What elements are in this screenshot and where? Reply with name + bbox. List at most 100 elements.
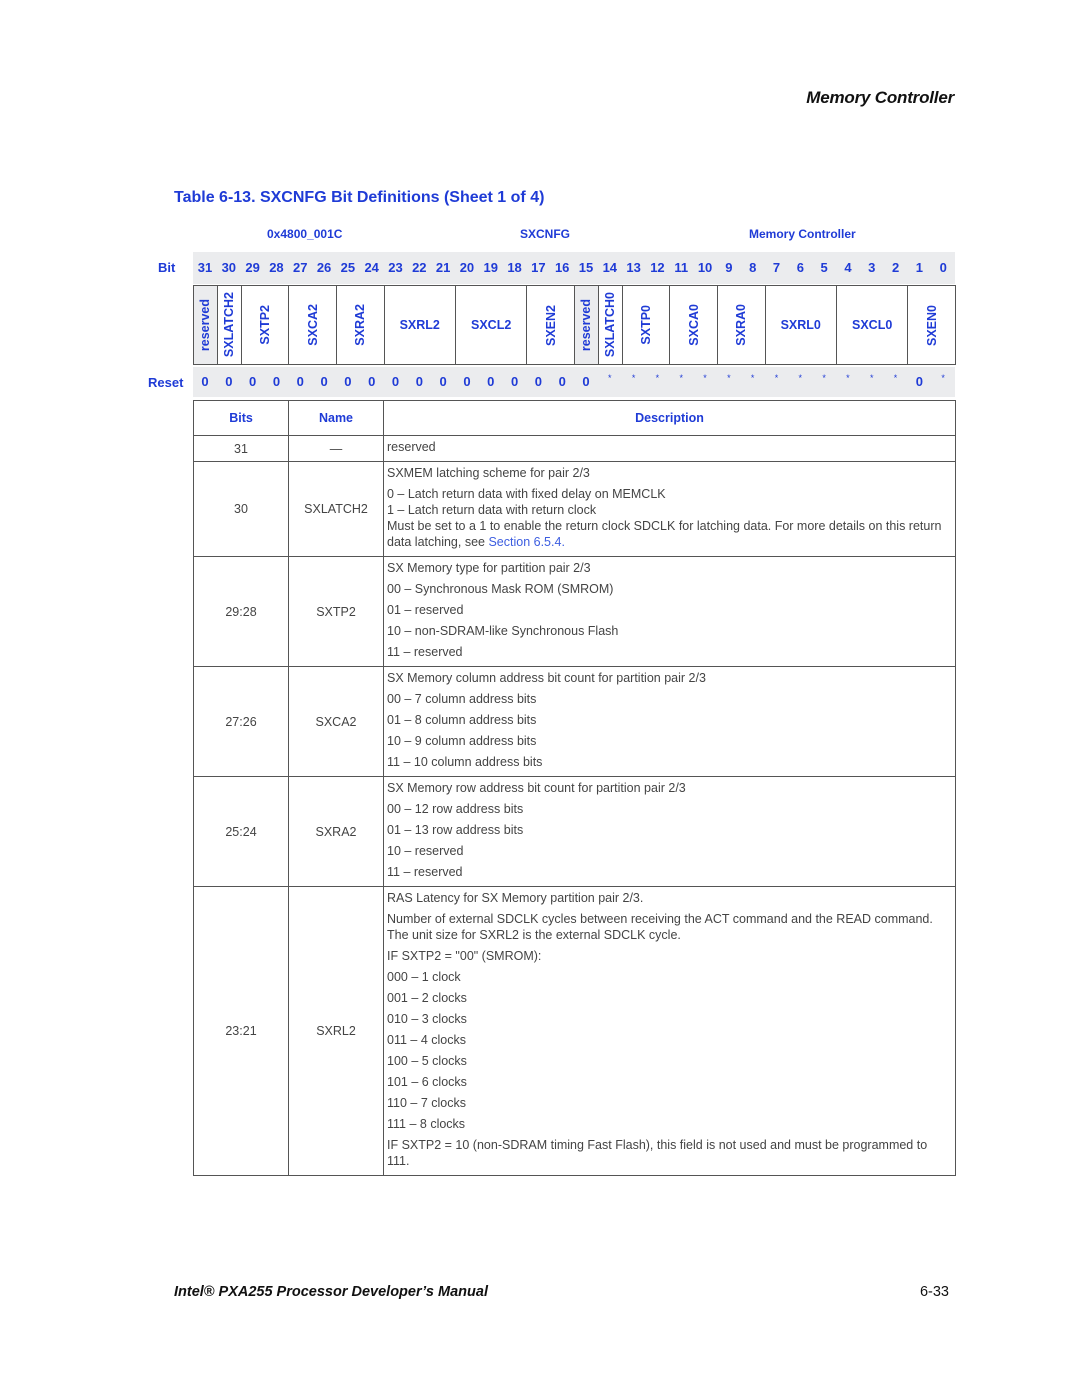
description-text: 0 – Latch return data with fixed delay o… [387,487,666,501]
link-suffix: . [561,535,565,549]
reset-value: 0 [582,374,590,389]
description-line: 10 – non-SDRAM-like Synchronous Flash [387,623,952,639]
reset-value: 0 [510,374,519,389]
cell-description: reserved [383,435,956,462]
bit-number: 0 [939,260,947,275]
bit-number: 7 [772,260,781,275]
bit-number: 10 [697,260,713,275]
bit-number: 25 [340,260,356,275]
reset-value: 0 [320,374,328,389]
section-link[interactable]: Section 6.5.4 [488,535,561,549]
bit-number: 4 [844,260,852,275]
reset-value: * [703,373,707,383]
bit-number: 26 [316,260,332,275]
reset-value: * [846,373,850,383]
description-line: 11 – reserved [387,864,952,880]
bit-definitions-table: Bits Name Description 31— reserved 30 SXLAT… [193,400,956,1176]
cell-description: SX Memory row address bit count for part… [383,776,956,887]
reset-value: 0 [201,374,209,389]
register-unit: Memory Controller [749,227,856,241]
description-text: 110 – 7 clocks [387,1096,466,1110]
cell-description: SX Memory column address bit count for p… [383,666,956,777]
bit-number: 12 [650,260,665,275]
reset-value: 0 [463,374,471,389]
section-header-title: Memory Controller [806,88,954,107]
description-text: 1 – Latch return data with return clock [387,503,597,517]
description-text: 100 – 5 clocks [387,1054,467,1068]
reset-value: 0 [558,374,566,389]
register-field-label: SXRL2 [399,318,440,332]
bit-number: 27 [293,260,308,275]
description-line: 1 – Latch return data with return clock [387,502,952,518]
reset-value: * [798,373,803,383]
register-field-sxtp0: SXTP0 [621,285,671,365]
cell-bits: 25:24 [193,776,289,887]
description-line: 00 – 12 row address bits [387,801,952,817]
description-line: RAS Latency for SX Memory partition pair… [387,890,952,906]
bit-number: 18 [507,260,522,275]
description-text: 011 – 4 clocks [387,1033,466,1047]
reset-value: 0 [249,374,257,389]
description-line: 000 – 1 clock [387,969,952,985]
description-text: SXMEM latching scheme for pair 2/3 [387,466,590,480]
reset-value: * [727,373,731,383]
description-text: 00 – Synchronous Mask ROM (SMROM) [387,582,614,596]
bit-number: 19 [483,260,498,275]
description-line: 11 – 10 column address bits [387,754,952,770]
bit-number: 15 [578,260,594,275]
description-line: Number of external SDCLK cycles between … [387,911,952,943]
register-address: 0x4800_001C [267,227,343,241]
description-text: 00 – 12 row address bits [387,802,524,816]
register-field-label: SXLATCH2 [222,292,237,358]
column-header-description: Description [383,400,956,436]
bit-number: 31 [197,260,213,275]
bit-number: 6 [796,260,804,275]
register-field-sxca0: SXCA0 [669,285,718,365]
register-field-label: SXCA2 [305,304,320,346]
cell-bits: 27:26 [193,666,289,777]
description-text: Number of external SDCLK cycles between … [387,912,933,942]
register-field-label: reserved [579,298,594,352]
bit-number: 23 [388,260,403,275]
bit-number: 11 [674,260,689,275]
register-field-label: SXCL2 [471,318,512,332]
bit-number: 8 [749,260,757,275]
description-text: 00 – 7 column address bits [387,692,537,706]
register-field-sxen0: SXEN0 [907,285,956,365]
reset-value: 0 [368,374,376,389]
register-field-sxcl2: SXCL2 [454,285,528,365]
description-line: 0 – Latch return data with fixed delay o… [387,486,952,502]
description-text: 10 – reserved [387,844,464,858]
description-text: reserved [387,440,436,454]
reset-value: 0 [439,374,447,389]
reset-value: 0 [344,374,352,389]
description-line: 11 – reserved [387,644,952,660]
bit-number: 30 [221,260,237,275]
bit-number: 1 [915,260,923,275]
table-header-row: Bits Name Description [193,400,956,436]
description-line: IF SXTP2 = "00" (SMROM): [387,948,952,964]
cell-name: SXRL2 [288,886,384,1176]
bit-number: 2 [891,260,900,275]
bit-number: 13 [626,260,641,275]
register-field-sxlatch2: SXLATCH2 [216,285,242,365]
cell-name: — [288,435,384,462]
bit-number: 21 [435,260,451,275]
register-field-label: SXLATCH0 [603,292,618,358]
reset-value: 0 [391,374,400,389]
table-row: 27:26 SXCA2 SX Memory column address bit c… [193,666,956,777]
description-line: reserved [387,439,952,455]
reset-value: 0 [915,374,923,389]
description-text: Must be set to a 1 to enable the return … [387,519,942,549]
register-field-sxrl0: SXRL0 [764,285,837,365]
cell-name: SXCA2 [288,666,384,777]
description-text: 01 – 8 column address bits [387,713,537,727]
table-row: 29:28 SXTP2 SX Memory type for partition p… [193,556,956,667]
cell-description: SX Memory type for partition pair 2/3 00 … [383,556,956,667]
description-text: 11 – 10 column address bits [387,755,543,769]
cell-bits: 23:21 [193,886,289,1176]
reset-value: * [869,373,874,383]
register-field-label: SXRA0 [734,304,749,346]
cell-bits: 29:28 [193,556,289,667]
table-row: 30 SXLATCH2 SXMEM latching scheme for pair… [193,461,956,557]
